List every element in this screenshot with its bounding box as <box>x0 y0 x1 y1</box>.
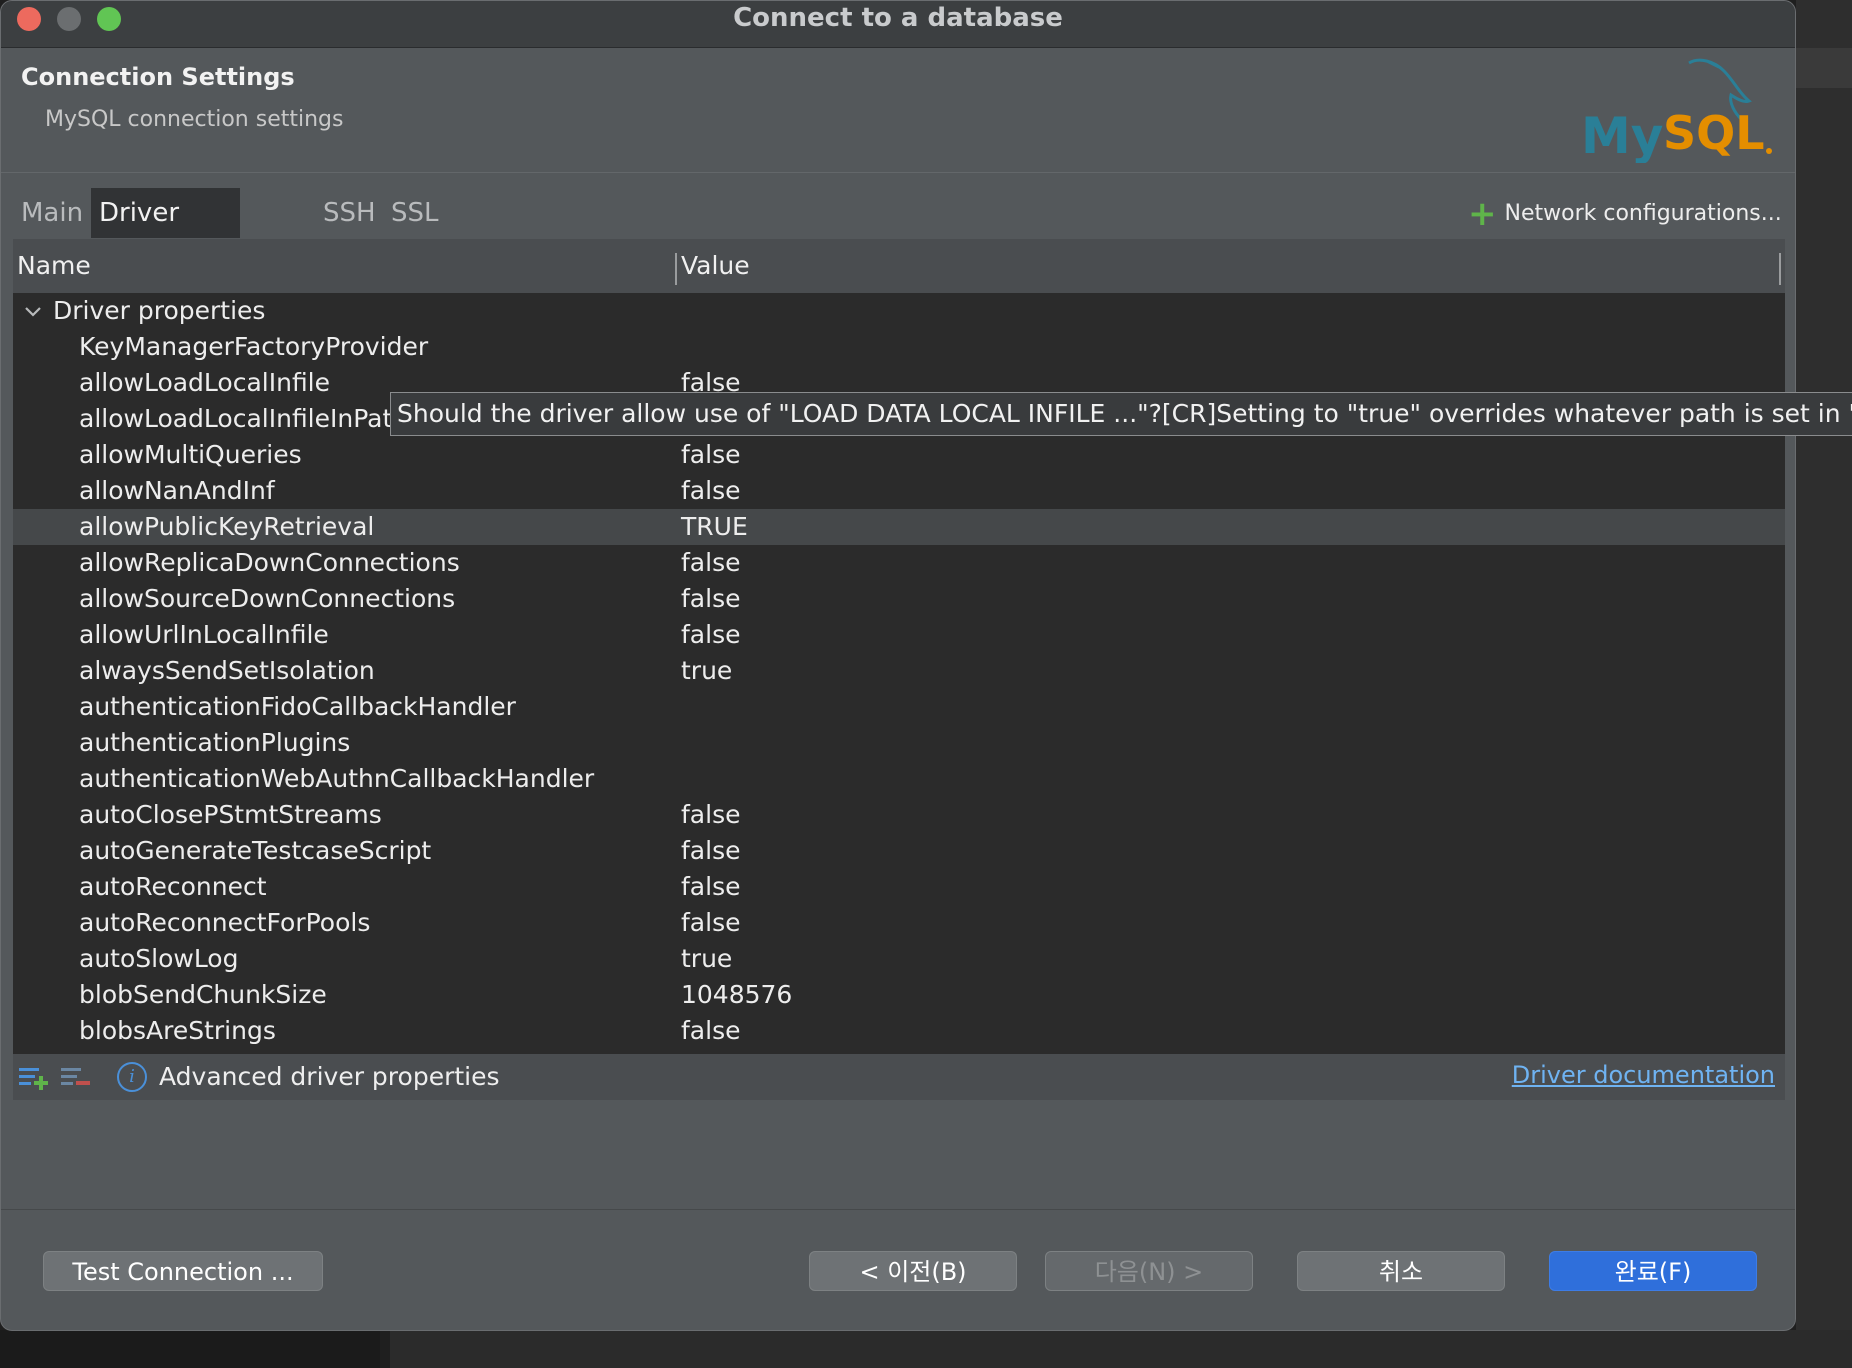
table-row[interactable]: autoReconnectForPools false <box>13 905 1785 941</box>
logo-text-my: My <box>1581 107 1663 163</box>
mysql-logo: My SQL <box>1581 58 1772 163</box>
table-row[interactable]: blobsAreStrings false <box>13 1013 1785 1049</box>
tab-driver-properties[interactable]: Driver properties <box>91 188 240 278</box>
table-row[interactable]: alwaysSendSetIsolation true <box>13 653 1785 689</box>
plus-icon: + <box>1468 194 1497 234</box>
property-name: autoReconnectForPools <box>79 908 371 937</box>
property-name: allowSourceDownConnections <box>79 584 456 613</box>
info-icon: i <box>117 1062 147 1092</box>
chevron-down-icon[interactable] <box>21 299 45 323</box>
property-value[interactable]: false <box>681 833 740 869</box>
table-row[interactable]: KeyManagerFactoryProvider <box>13 329 1785 365</box>
property-name: authenticationFidoCallbackHandler <box>79 692 516 721</box>
table-row[interactable]: allowUrlInLocalInfile false <box>13 617 1785 653</box>
background-window-strip <box>1796 48 1852 88</box>
group-label: Driver properties <box>53 296 266 325</box>
test-connection-button[interactable]: Test Connection ... <box>43 1251 323 1291</box>
network-configurations-button[interactable]: + Network configurations... <box>1468 197 1782 231</box>
table-row[interactable]: authenticationWebAuthnCallbackHandler <box>13 761 1785 797</box>
table-row[interactable]: allowSourceDownConnections false <box>13 581 1785 617</box>
column-header-name[interactable]: Name <box>17 239 91 293</box>
property-name: allowLoadLocalInfileInPath <box>79 404 409 433</box>
property-value[interactable]: true <box>681 941 732 977</box>
property-name: autoGenerateTestcaseScript <box>79 836 432 865</box>
property-name: autoSlowLog <box>79 944 239 973</box>
table-row[interactable]: allowNanAndInf false <box>13 473 1785 509</box>
property-name: allowMultiQueries <box>79 440 302 469</box>
property-value[interactable]: false <box>681 473 740 509</box>
add-property-icon[interactable] <box>19 1062 51 1092</box>
property-value[interactable]: 1048576 <box>681 977 792 1013</box>
property-value[interactable]: TRUE <box>681 509 748 545</box>
table-row[interactable]: allowMultiQueries false <box>13 437 1785 473</box>
header-subtitle: MySQL connection settings <box>45 107 344 132</box>
property-name: authenticationPlugins <box>79 728 351 757</box>
remove-property-icon[interactable] <box>61 1062 93 1092</box>
property-name: blobsAreStrings <box>79 1016 276 1045</box>
table-row[interactable]: blobSendChunkSize 1048576 <box>13 977 1785 1013</box>
property-value[interactable]: false <box>681 545 740 581</box>
header-title: Connection Settings <box>21 63 295 91</box>
property-name: KeyManagerFactoryProvider <box>79 332 429 361</box>
property-tooltip: Should the driver allow use of "LOAD DAT… <box>390 392 1852 436</box>
column-resize-handle[interactable] <box>675 253 677 285</box>
dialog-header: Connection Settings MySQL connection set… <box>1 49 1795 173</box>
background-area <box>0 1330 380 1368</box>
window-title: Connect to a database <box>733 3 1063 33</box>
background-area <box>390 1330 1852 1368</box>
table-row[interactable]: allowPublicKeyRetrieval TRUE <box>13 509 1785 545</box>
property-value[interactable]: false <box>681 869 740 905</box>
property-name: allowLoadLocalInfile <box>79 368 331 397</box>
tab-main[interactable]: Main <box>13 188 91 238</box>
table-row[interactable]: autoGenerateTestcaseScript false <box>13 833 1785 869</box>
table-row[interactable]: allowReplicaDownConnections false <box>13 545 1785 581</box>
footer-divider <box>1 1209 1795 1210</box>
table-row[interactable]: autoReconnect false <box>13 869 1785 905</box>
finish-button[interactable]: 완료(F) <box>1549 1251 1757 1291</box>
property-name: autoReconnect <box>79 872 267 901</box>
table-row[interactable]: authenticationPlugins <box>13 725 1785 761</box>
title-bar: Connect to a database <box>1 1 1795 48</box>
driver-documentation-link[interactable]: Driver documentation <box>1512 1054 1775 1096</box>
network-configurations-label: Network configurations... <box>1504 201 1782 226</box>
logo-text-sql: SQL <box>1663 106 1765 160</box>
property-name: alwaysSendSetIsolation <box>79 656 375 685</box>
tab-ssh[interactable]: SSH <box>315 188 384 238</box>
advanced-properties-label: Advanced driver properties <box>159 1062 500 1091</box>
property-name: autoClosePStmtStreams <box>79 800 382 829</box>
column-resize-handle[interactable] <box>1779 253 1781 285</box>
property-value[interactable]: false <box>681 905 740 941</box>
property-value[interactable]: false <box>681 581 740 617</box>
next-button[interactable]: 다음(N) > <box>1045 1251 1253 1291</box>
property-name: allowUrlInLocalInfile <box>79 620 329 649</box>
table-row[interactable]: autoSlowLog true <box>13 941 1785 977</box>
column-header-value[interactable]: Value <box>681 239 750 293</box>
property-value[interactable]: false <box>681 797 740 833</box>
property-name: allowPublicKeyRetrieval <box>79 512 375 541</box>
properties-toolbar: i Advanced driver properties Driver docu… <box>13 1054 1785 1100</box>
back-button[interactable]: < 이전(B) <box>809 1251 1017 1291</box>
connect-dialog: Connect to a database Connection Setting… <box>0 0 1796 1331</box>
tab-ssl[interactable]: SSL <box>383 188 447 238</box>
group-row-driver-properties[interactable]: Driver properties <box>13 293 1785 329</box>
property-value[interactable]: true <box>681 653 732 689</box>
cancel-button[interactable]: 취소 <box>1297 1251 1505 1291</box>
property-value[interactable]: false <box>681 617 740 653</box>
property-name: blobSendChunkSize <box>79 980 327 1009</box>
table-row[interactable]: authenticationFidoCallbackHandler <box>13 689 1785 725</box>
properties-table-header: Name Value <box>13 239 1785 293</box>
background-window <box>1796 0 1852 1368</box>
property-name: authenticationWebAuthnCallbackHandler <box>79 764 595 793</box>
property-name: allowReplicaDownConnections <box>79 548 460 577</box>
property-value[interactable]: false <box>681 437 740 473</box>
property-value[interactable]: false <box>681 1013 740 1049</box>
table-row[interactable]: autoClosePStmtStreams false <box>13 797 1785 833</box>
property-name: allowNanAndInf <box>79 476 275 505</box>
